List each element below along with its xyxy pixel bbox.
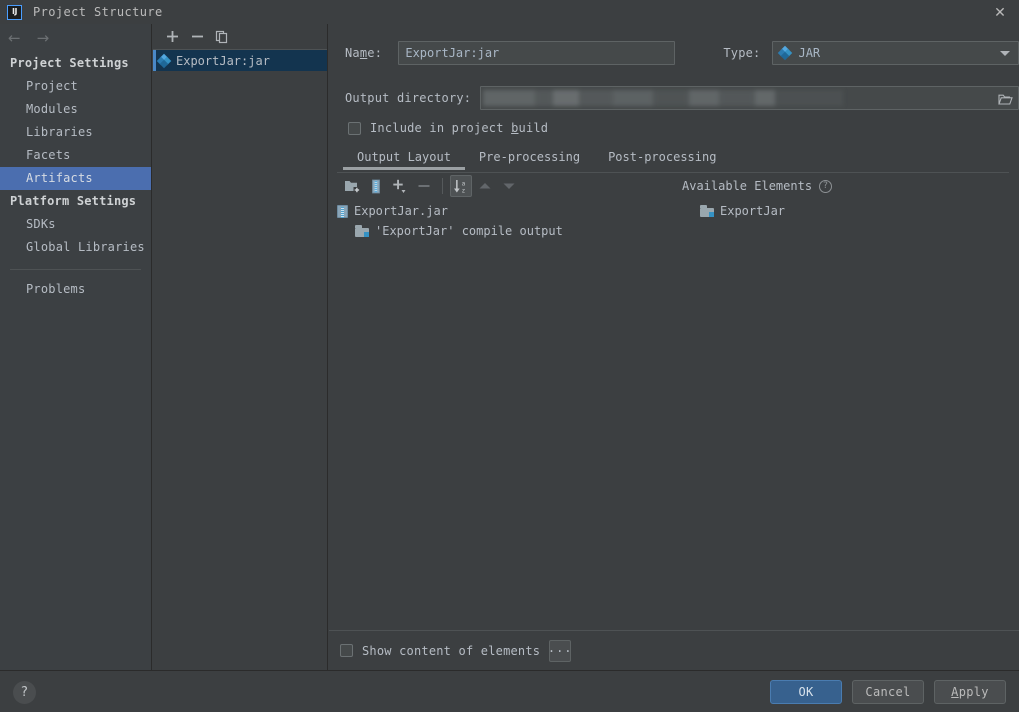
sidebar-item-project[interactable]: Project: [0, 75, 151, 98]
sidebar-item-facets[interactable]: Facets: [0, 144, 151, 167]
compile-output-icon: [355, 225, 369, 237]
module-icon: [700, 205, 714, 217]
folder-add-icon[interactable]: [341, 175, 363, 197]
sidebar-item-sdks[interactable]: SDKs: [0, 213, 151, 236]
sidebar-navigation: ← →: [0, 24, 151, 52]
type-dropdown[interactable]: JAR: [772, 41, 1019, 65]
layout-trees: ExportJar.jar 'ExportJar' compile output: [337, 199, 1009, 654]
minus-icon[interactable]: [413, 175, 435, 197]
tab-output-layout[interactable]: Output Layout: [343, 150, 465, 170]
layout-toolbar: a z Available Elements ?: [337, 173, 1009, 199]
archive-add-icon[interactable]: [365, 175, 387, 197]
jar-artifact-icon: [158, 55, 170, 67]
dialog-buttons: OK Cancel Apply: [770, 680, 1006, 704]
settings-sidebar: ← → Project Settings Project Modules Lib…: [0, 24, 152, 670]
output-layout-editor: a z Available Elements ?: [337, 172, 1009, 654]
tree-row[interactable]: 'ExportJar' compile output: [337, 221, 682, 241]
available-elements-tree: ExportJar: [682, 199, 1009, 654]
archive-icon: [337, 205, 348, 218]
list-item[interactable]: ExportJar:jar: [153, 50, 327, 71]
help-button[interactable]: ?: [13, 681, 36, 704]
back-arrow-icon[interactable]: ←: [8, 31, 21, 46]
arrow-up-icon[interactable]: [474, 175, 496, 197]
output-directory-input[interactable]: [480, 86, 1019, 110]
window-title: Project Structure: [33, 5, 163, 19]
tree-row-label: ExportJar: [720, 204, 785, 218]
folder-open-icon[interactable]: [997, 91, 1013, 107]
tab-pre-processing[interactable]: Pre-processing: [465, 150, 594, 170]
details-tabs: Output Layout Pre-processing Post-proces…: [329, 144, 1019, 170]
name-label: Name:: [345, 46, 398, 60]
copy-artifact-button[interactable]: [211, 26, 233, 48]
tree-row[interactable]: ExportJar: [682, 201, 1009, 221]
available-elements-header: Available Elements ?: [682, 173, 832, 199]
chevron-down-icon: [1000, 51, 1010, 56]
sidebar-divider: [10, 269, 141, 270]
sidebar-group-project-settings: Project Settings: [0, 52, 151, 75]
artifacts-toolbar: [153, 24, 327, 50]
show-content-label: Show content of elements: [362, 644, 540, 658]
include-in-build-checkbox[interactable]: [348, 122, 361, 135]
forward-arrow-icon[interactable]: →: [37, 31, 50, 46]
sort-az-icon[interactable]: a z: [450, 175, 472, 197]
include-in-build-label: Include in project build: [370, 121, 548, 135]
ok-button[interactable]: OK: [770, 680, 842, 704]
apply-button[interactable]: Apply: [934, 680, 1006, 704]
toolbar-divider: [442, 178, 443, 194]
artifact-details-panel: Name: ExportJar:jar Type: JAR Output dir…: [329, 24, 1019, 670]
close-icon[interactable]: ✕: [989, 3, 1011, 23]
svg-text:z: z: [462, 187, 466, 194]
sidebar-item-modules[interactable]: Modules: [0, 98, 151, 121]
type-value: JAR: [798, 46, 820, 60]
sidebar-item-artifacts[interactable]: Artifacts: [0, 167, 151, 190]
tree-row-label: 'ExportJar' compile output: [375, 224, 563, 238]
name-input[interactable]: ExportJar:jar: [398, 41, 675, 65]
more-options-button[interactable]: ...: [549, 640, 571, 662]
arrow-down-icon[interactable]: [498, 175, 520, 197]
type-label: Type:: [723, 46, 760, 60]
show-content-checkbox[interactable]: [340, 644, 353, 657]
sidebar-item-problems[interactable]: Problems: [0, 278, 151, 301]
dialog-footer: ? OK Cancel Apply: [0, 670, 1019, 712]
layout-options-bar: Show content of elements ...: [329, 630, 1019, 670]
add-artifact-button[interactable]: [161, 26, 183, 48]
sidebar-group-platform-settings: Platform Settings: [0, 190, 151, 213]
artifacts-list-panel: ExportJar:jar: [153, 24, 328, 670]
cancel-button[interactable]: Cancel: [852, 680, 924, 704]
redacted-path-overlay: [483, 90, 843, 106]
plus-dropdown-icon[interactable]: [389, 175, 411, 197]
tree-row[interactable]: ExportJar.jar: [337, 201, 682, 221]
sidebar-item-libraries[interactable]: Libraries: [0, 121, 151, 144]
jar-artifact-icon: [779, 47, 791, 59]
svg-text:a: a: [462, 180, 466, 187]
tree-row-label: ExportJar.jar: [354, 204, 448, 218]
title-bar: IJ Project Structure ✕: [0, 0, 1019, 24]
sidebar-item-global-libraries[interactable]: Global Libraries: [0, 236, 151, 259]
remove-artifact-button[interactable]: [186, 26, 208, 48]
available-elements-label: Available Elements: [682, 179, 812, 193]
project-structure-dialog: IJ Project Structure ✕ ← → Project Setti…: [0, 0, 1019, 712]
tab-post-processing[interactable]: Post-processing: [594, 150, 730, 170]
artifacts-list: ExportJar:jar: [153, 50, 327, 71]
intellij-idea-logo-icon: IJ: [7, 5, 22, 20]
output-layout-tree: ExportJar.jar 'ExportJar' compile output: [337, 199, 682, 654]
output-directory-label: Output directory:: [345, 91, 472, 105]
help-icon[interactable]: ?: [819, 180, 832, 193]
artifact-label: ExportJar:jar: [176, 54, 270, 68]
